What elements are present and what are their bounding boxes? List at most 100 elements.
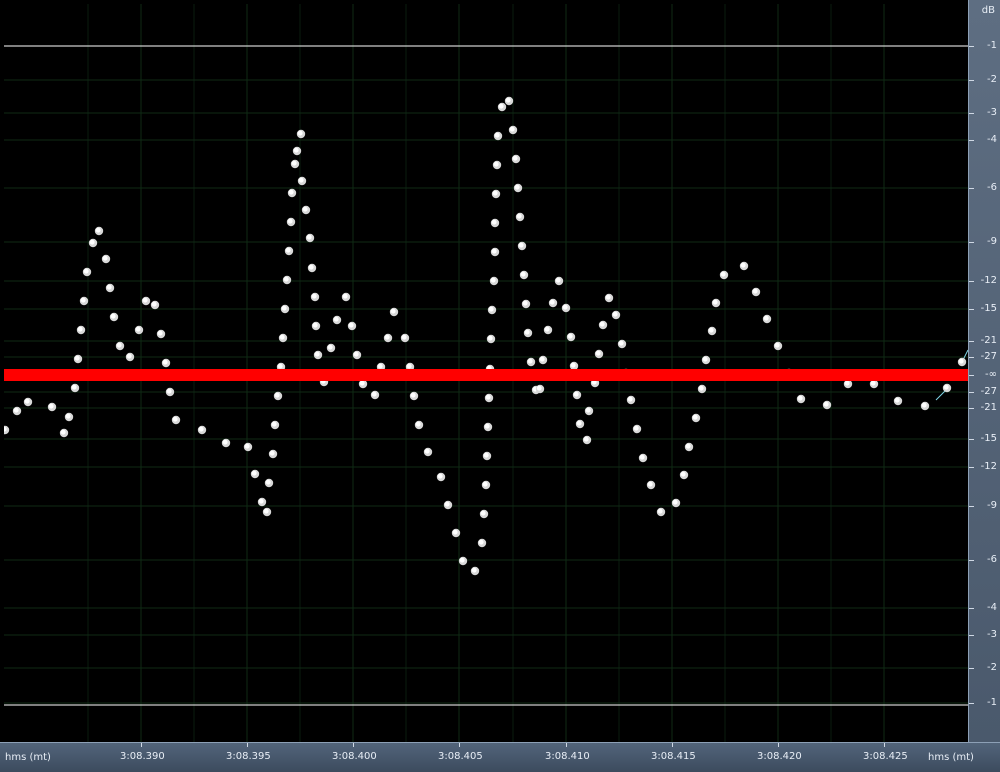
sample-point-highlight bbox=[306, 234, 312, 240]
db-tick-label: -1 bbox=[987, 40, 997, 51]
sample-point-highlight bbox=[80, 297, 86, 303]
db-tick-label: -6 bbox=[987, 554, 997, 565]
sample-point-highlight bbox=[672, 499, 678, 505]
sample-point-highlight bbox=[74, 355, 80, 361]
db-tick-label: -21 bbox=[980, 335, 997, 346]
sample-point-highlight bbox=[95, 227, 101, 233]
sample-point-highlight bbox=[958, 358, 964, 364]
time-tick-mark bbox=[778, 743, 779, 747]
time-tick-mark bbox=[884, 743, 885, 747]
sample-point-highlight bbox=[774, 342, 780, 348]
sample-point-highlight bbox=[314, 351, 320, 357]
sample-point-highlight bbox=[505, 97, 511, 103]
sample-point-highlight bbox=[277, 363, 283, 369]
sample-point-highlight bbox=[459, 557, 465, 563]
sample-point-highlight bbox=[740, 262, 746, 268]
db-tick-label: -∞ bbox=[985, 369, 997, 380]
sample-point-highlight bbox=[485, 394, 491, 400]
time-tick-mark bbox=[247, 743, 248, 747]
sample-point-highlight bbox=[618, 340, 624, 346]
sample-point-highlight bbox=[279, 334, 285, 340]
sample-point-highlight bbox=[692, 414, 698, 420]
sample-point-highlight bbox=[512, 155, 518, 161]
time-tick-label: 3:08.420 bbox=[757, 751, 802, 762]
sample-point-highlight bbox=[576, 420, 582, 426]
sample-point-highlight bbox=[135, 326, 141, 332]
sample-point-highlight bbox=[271, 421, 277, 427]
db-tick-label: -1 bbox=[987, 697, 997, 708]
sample-point-highlight bbox=[283, 276, 289, 282]
sample-point-highlight bbox=[639, 454, 645, 460]
waveform-canvas[interactable] bbox=[4, 4, 968, 742]
sample-point-highlight bbox=[410, 392, 416, 398]
sample-point-highlight bbox=[491, 248, 497, 254]
sample-point-highlight bbox=[493, 161, 499, 167]
sample-point-highlight bbox=[516, 213, 522, 219]
db-tick-label: -27 bbox=[980, 351, 997, 362]
sample-point-highlight bbox=[763, 315, 769, 321]
db-tick-mark bbox=[969, 140, 974, 141]
sample-point-highlight bbox=[198, 426, 204, 432]
sample-point-highlight bbox=[298, 177, 304, 183]
sample-point-highlight bbox=[520, 271, 526, 277]
sample-point-highlight bbox=[263, 508, 269, 514]
sample-point-highlight bbox=[478, 539, 484, 545]
sample-point-highlight bbox=[527, 358, 533, 364]
sample-point-highlight bbox=[844, 380, 850, 386]
db-tick-label: -12 bbox=[980, 275, 997, 286]
sample-point-highlight bbox=[518, 242, 524, 248]
sample-point-highlight bbox=[797, 395, 803, 401]
waveform-plot-area[interactable] bbox=[4, 4, 968, 742]
sample-point-highlight bbox=[302, 206, 308, 212]
sample-point-highlight bbox=[544, 326, 550, 332]
sample-point-highlight bbox=[244, 443, 250, 449]
sample-point-highlight bbox=[680, 471, 686, 477]
time-tick-mark bbox=[141, 743, 142, 747]
sample-point-highlight bbox=[348, 322, 354, 328]
db-tick-label: -15 bbox=[980, 303, 997, 314]
sample-point-highlight bbox=[172, 416, 178, 422]
time-tick-label: 3:08.390 bbox=[120, 751, 165, 762]
sample-point-highlight bbox=[685, 443, 691, 449]
sample-point-highlight bbox=[627, 396, 633, 402]
db-tick-mark bbox=[969, 341, 974, 342]
sample-point-highlight bbox=[536, 385, 542, 391]
sample-point-highlight bbox=[498, 103, 504, 109]
sample-point-highlight bbox=[166, 388, 172, 394]
sample-point-highlight bbox=[492, 190, 498, 196]
sample-point-highlight bbox=[377, 363, 383, 369]
sample-point-highlight bbox=[13, 407, 19, 413]
sample-point-highlight bbox=[142, 297, 148, 303]
sample-point-highlight bbox=[251, 470, 257, 476]
sample-point-highlight bbox=[274, 392, 280, 398]
sample-point-highlight bbox=[258, 498, 264, 504]
sample-point-highlight bbox=[24, 398, 30, 404]
sample-point-highlight bbox=[708, 327, 714, 333]
sample-point-highlight bbox=[894, 397, 900, 403]
sample-point-highlight bbox=[162, 359, 168, 365]
db-tick-mark bbox=[969, 357, 974, 358]
sample-point-highlight bbox=[327, 344, 333, 350]
sample-point-highlight bbox=[60, 429, 66, 435]
sample-point-highlight bbox=[287, 218, 293, 224]
sample-point-highlight bbox=[720, 271, 726, 277]
sample-point-highlight bbox=[599, 321, 605, 327]
time-tick-label: 3:08.400 bbox=[332, 751, 377, 762]
sample-point-highlight bbox=[106, 284, 112, 290]
sample-point-highlight bbox=[567, 333, 573, 339]
sample-point-highlight bbox=[269, 450, 275, 456]
db-tick-label: -4 bbox=[987, 602, 997, 613]
time-ruler[interactable]: hms (mt) hms (mt) 3:08.390 3:08.395 3:08.4… bbox=[0, 742, 1000, 772]
db-tick-mark bbox=[969, 467, 974, 468]
sample-point-highlight bbox=[484, 423, 490, 429]
db-tick-mark bbox=[969, 439, 974, 440]
db-scale-ruler[interactable]: dB -1 -2 -3 -4 -6 -9 -12 -15 -21 -27 -∞ -27 -21 -15 -1… bbox=[968, 0, 1000, 742]
db-tick-label: -9 bbox=[987, 500, 997, 511]
sample-point-highlight bbox=[752, 288, 758, 294]
time-tick-mark bbox=[459, 743, 460, 747]
time-tick-label: 3:08.415 bbox=[651, 751, 696, 762]
db-tick-label: -3 bbox=[987, 107, 997, 118]
sample-point-highlight bbox=[522, 300, 528, 306]
db-tick-label: -6 bbox=[987, 182, 997, 193]
db-tick-mark bbox=[969, 635, 974, 636]
